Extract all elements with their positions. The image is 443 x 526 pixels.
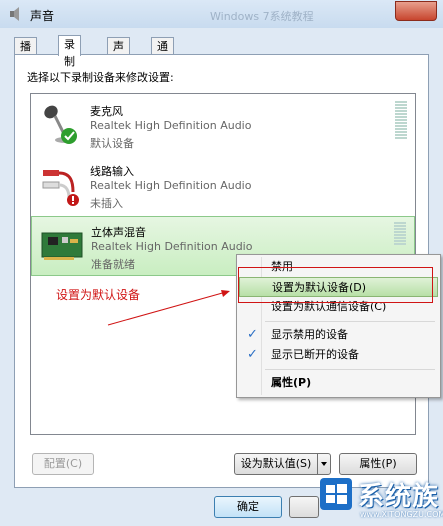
tab-recording[interactable]: 录制: [58, 35, 81, 68]
line-in-jack-icon: [42, 170, 79, 206]
checkmark-icon: ✓: [247, 347, 258, 362]
device-name: 麦克风: [90, 105, 123, 118]
device-driver: Realtek High Definition Audio: [90, 119, 252, 132]
tab-sounds[interactable]: 声音: [107, 37, 130, 70]
tab-communications[interactable]: 通信: [151, 37, 174, 70]
windows-logo-icon: [320, 478, 352, 510]
level-meter: [395, 101, 407, 141]
checkmark-icon: ✓: [247, 327, 258, 342]
speaker-icon: [10, 7, 19, 21]
sound-card-icon: [41, 232, 83, 260]
menu-item-show-disconnected[interactable]: ✓ 显示已断开的设备: [239, 345, 438, 365]
device-name: 线路输入: [90, 165, 134, 178]
close-button[interactable]: [395, 1, 437, 21]
menu-item-properties[interactable]: 属性(P): [239, 373, 438, 393]
cancel-button[interactable]: [289, 496, 319, 518]
watermark-text: 系统族: [358, 482, 440, 512]
device-status: 准备就绪: [91, 258, 135, 271]
chevron-down-icon: [321, 462, 327, 466]
device-microphone[interactable]: 麦克风 Realtek High Definition Audio 默认设备: [31, 96, 415, 156]
device-driver: Realtek High Definition Audio: [90, 179, 252, 192]
set-default-button[interactable]: 设为默认值(S): [234, 453, 318, 475]
background-window-title: Windows 7系统教程: [210, 10, 314, 23]
watermark-logo: 系统族 www.XITONGZU.COM: [316, 472, 443, 526]
menu-separator: [265, 369, 435, 370]
annotation-text: 设置为默认设备: [56, 288, 141, 302]
device-line-in[interactable]: 线路输入 Realtek High Definition Audio 未插入: [31, 156, 415, 216]
configure-button[interactable]: 配置(C): [32, 453, 94, 475]
device-status: 未插入: [90, 197, 123, 210]
device-driver: Realtek High Definition Audio: [91, 240, 253, 253]
menu-separator: [265, 321, 435, 322]
device-name: 立体声混音: [91, 226, 146, 239]
window-title: 声音: [30, 9, 55, 23]
ok-button[interactable]: 确定: [214, 496, 282, 518]
highlight-box: [238, 267, 433, 303]
microphone-icon: [44, 105, 77, 144]
tab-playback[interactable]: 播放: [14, 37, 37, 70]
title-bar: 声音 Windows 7系统教程: [0, 0, 443, 28]
instruction-text: 选择以下录制设备来修改设置:: [27, 71, 174, 84]
menu-item-show-disabled[interactable]: ✓ 显示禁用的设备: [239, 325, 438, 345]
watermark-url: www.XITONGZU.COM: [360, 510, 443, 519]
device-status: 默认设备: [90, 137, 134, 150]
